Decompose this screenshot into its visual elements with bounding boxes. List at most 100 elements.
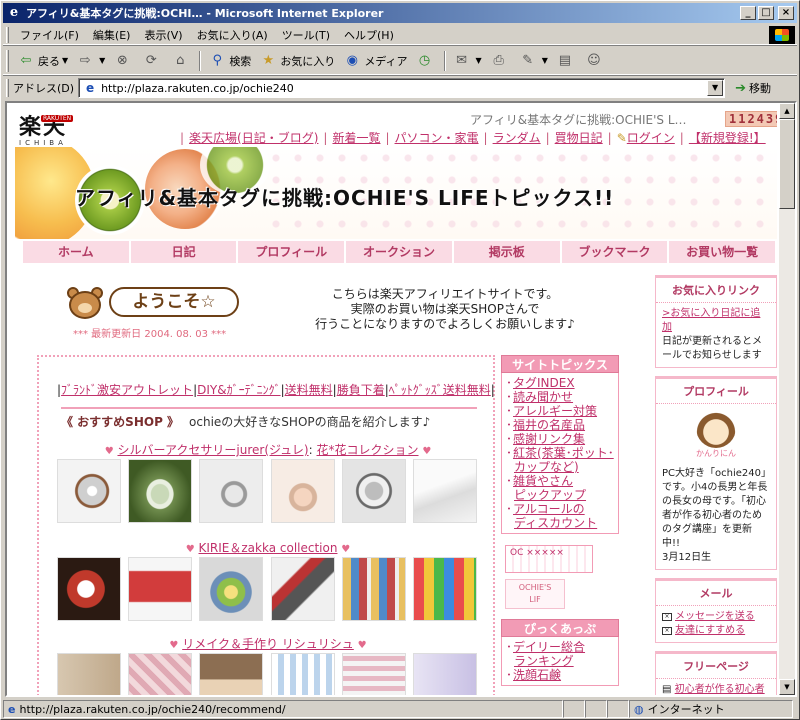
- top-nav-plaza[interactable]: 楽天広場(日記・ブログ): [189, 131, 318, 145]
- search-button[interactable]: ⚲ 検索: [204, 49, 255, 73]
- top-nav-new[interactable]: 新着一覧: [332, 131, 380, 145]
- top-nav-register[interactable]: 【新規登録!】: [689, 131, 766, 145]
- product-thumbnail[interactable]: [199, 653, 264, 695]
- product-thumbnail[interactable]: [270, 557, 335, 621]
- product-thumbnail[interactable]: [412, 557, 477, 621]
- favorites-button[interactable]: ★ お気に入り: [255, 49, 339, 73]
- vertical-scrollbar[interactable]: ▲ ▼: [779, 103, 795, 695]
- refresh-button[interactable]: ⟳: [138, 49, 167, 73]
- link-diy-gardening[interactable]: DIY&ｶﾞｰﾃﾞﾆﾝｸﾞ: [197, 383, 280, 397]
- product-thumbnail[interactable]: [57, 557, 121, 621]
- topic-item[interactable]: ･アルコールの ディスカウント: [506, 502, 614, 530]
- pickup-item[interactable]: ･デイリー総合 ランキング: [506, 640, 614, 668]
- link-pet-goods[interactable]: ﾍﾟｯﾄｸﾞｯｽﾞ送料無料: [389, 383, 491, 397]
- home-button[interactable]: ⌂: [167, 49, 196, 73]
- product-thumbnail[interactable]: [128, 459, 193, 523]
- topic-item[interactable]: ･アレルギー対策: [506, 404, 614, 418]
- product-thumbnail[interactable]: [341, 653, 406, 695]
- tag-lesson-link[interactable]: 初心者が作る初心者のためのタグ講座: [662, 684, 765, 695]
- topic-item[interactable]: ･タグINDEX: [506, 376, 614, 390]
- topic-item[interactable]: ･感謝リンク集: [506, 432, 614, 446]
- product-thumbnail[interactable]: [57, 653, 121, 695]
- topic-item[interactable]: ･読み聞かせ: [506, 390, 614, 404]
- top-nav-pc[interactable]: パソコン・家電: [395, 131, 479, 145]
- menu-tools[interactable]: ツール(T): [275, 27, 337, 43]
- nav-diary[interactable]: 日記: [130, 241, 239, 263]
- top-nav-shopping-diary[interactable]: 買物日記: [555, 131, 603, 145]
- menu-favorites[interactable]: お気に入り(A): [190, 27, 275, 43]
- add-favorite-link[interactable]: >お気に入り日記に追加: [662, 308, 760, 333]
- topic-item[interactable]: ･雑貨やさん ピックアップ: [506, 474, 614, 502]
- forward-dropdown-icon[interactable]: ▼: [99, 56, 105, 65]
- avatar[interactable]: [696, 408, 736, 448]
- menu-edit[interactable]: 編集(E): [86, 27, 138, 43]
- nav-shopping-list[interactable]: お買い物一覧: [669, 241, 777, 263]
- product-thumbnail[interactable]: [128, 557, 193, 621]
- menu-view[interactable]: 表示(V): [137, 27, 189, 43]
- scroll-down-icon[interactable]: ▼: [779, 679, 795, 695]
- toolbar-grip[interactable]: [6, 49, 9, 72]
- edit-dropdown-icon[interactable]: ▼: [542, 56, 548, 65]
- nav-auction[interactable]: オークション: [346, 241, 454, 263]
- menu-grip[interactable]: [6, 26, 9, 43]
- rakuten-logo[interactable]: 楽天 RAKUTEN ICHIBA: [19, 109, 89, 149]
- mail-button[interactable]: ✉ ▼: [449, 49, 486, 73]
- product-thumbnail[interactable]: [270, 459, 335, 523]
- scroll-thumb[interactable]: [779, 119, 795, 209]
- history-button[interactable]: ◷: [412, 49, 441, 73]
- product-thumbnail[interactable]: [412, 653, 477, 695]
- send-message-link[interactable]: メッセージを送る: [675, 610, 755, 624]
- nav-profile[interactable]: プロフィール: [238, 241, 347, 263]
- product-thumbnail[interactable]: [57, 459, 121, 523]
- mail-dropdown-icon[interactable]: ▼: [476, 56, 482, 65]
- discuss-button[interactable]: ▤: [552, 49, 581, 73]
- edit-button[interactable]: ✎ ▼: [515, 49, 552, 73]
- recommend-friend-link[interactable]: 友達にすすめる: [675, 624, 745, 638]
- back-button[interactable]: ⇦ 戻る ▼: [13, 49, 72, 73]
- product-thumbnail[interactable]: [341, 557, 406, 621]
- product-thumbnail[interactable]: [128, 653, 193, 695]
- address-url[interactable]: http://plaza.rakuten.co.jp/ochie240: [101, 82, 707, 95]
- top-nav-login[interactable]: ログイン: [627, 131, 675, 145]
- page-viewport[interactable]: 楽天 RAKUTEN ICHIBA アフィリ&基本タグに挑戦:OCHIE'S L…: [5, 101, 797, 697]
- collection-jurer: ♥ シルバーアクセサリーjurer(ジュレ): 花*花コレクション ♥: [104, 443, 432, 457]
- messenger-button[interactable]: ☺: [581, 49, 610, 73]
- close-button[interactable]: ×: [778, 6, 794, 20]
- back-dropdown-icon[interactable]: ▼: [62, 56, 68, 65]
- link-kirie[interactable]: KIRIE＆zakka collection: [199, 541, 338, 555]
- menu-help[interactable]: ヘルプ(H): [337, 27, 401, 43]
- nav-bbs[interactable]: 掲示板: [453, 241, 562, 263]
- forward-button[interactable]: ⇨ ▼: [72, 49, 109, 73]
- link-remake[interactable]: リメイク＆手作り リシュリシュ: [182, 637, 354, 651]
- link-brand-outlet[interactable]: ﾌﾞﾗﾝﾄﾞ激安アウトレット: [61, 383, 193, 397]
- link-underwear[interactable]: 勝負下着: [337, 383, 385, 397]
- product-thumbnail[interactable]: [341, 459, 406, 523]
- nav-home[interactable]: ホーム: [23, 241, 131, 263]
- product-thumbnail[interactable]: [412, 459, 477, 523]
- maximize-button[interactable]: □: [758, 6, 774, 20]
- link-hanahana[interactable]: 花*花コレクション: [317, 443, 419, 457]
- link-jurer[interactable]: シルバーアクセサリーjurer(ジュレ): [117, 443, 308, 457]
- address-dropdown-icon[interactable]: ▼: [707, 80, 724, 96]
- pickup-item[interactable]: ･洗顔石鹸: [506, 668, 614, 682]
- nav-bookmark[interactable]: ブックマーク: [561, 241, 670, 263]
- product-thumbnail[interactable]: [199, 557, 264, 621]
- ochie-banner[interactable]: OC ×××××: [505, 545, 593, 573]
- ochie-life-banner[interactable]: OCHIE'S LIF: [505, 579, 565, 609]
- stop-button[interactable]: ⊗: [109, 49, 138, 73]
- topic-item[interactable]: ･福井の名産品: [506, 418, 614, 432]
- address-input[interactable]: e http://plaza.rakuten.co.jp/ochie240 ▼: [78, 78, 726, 98]
- print-button[interactable]: ⎙: [486, 49, 515, 73]
- menu-file[interactable]: ファイル(F): [13, 27, 86, 43]
- link-free-shipping[interactable]: 送料無料: [285, 383, 333, 397]
- minimize-button[interactable]: _: [740, 6, 756, 20]
- scroll-up-icon[interactable]: ▲: [779, 103, 795, 119]
- topic-item[interactable]: ･紅茶(茶葉･ポット･ カップなど): [506, 446, 614, 474]
- address-grip[interactable]: [6, 79, 9, 97]
- product-thumbnail[interactable]: [199, 459, 264, 523]
- product-thumbnail[interactable]: [270, 653, 335, 695]
- go-button[interactable]: ➔ 移動: [735, 80, 771, 96]
- media-button[interactable]: ◉ メディア: [339, 49, 411, 73]
- title-bar[interactable]: e アフィリ&基本タグに挑戦:OCHI… - Microsoft Interne…: [3, 3, 797, 23]
- top-nav-random[interactable]: ランダム: [493, 131, 541, 145]
